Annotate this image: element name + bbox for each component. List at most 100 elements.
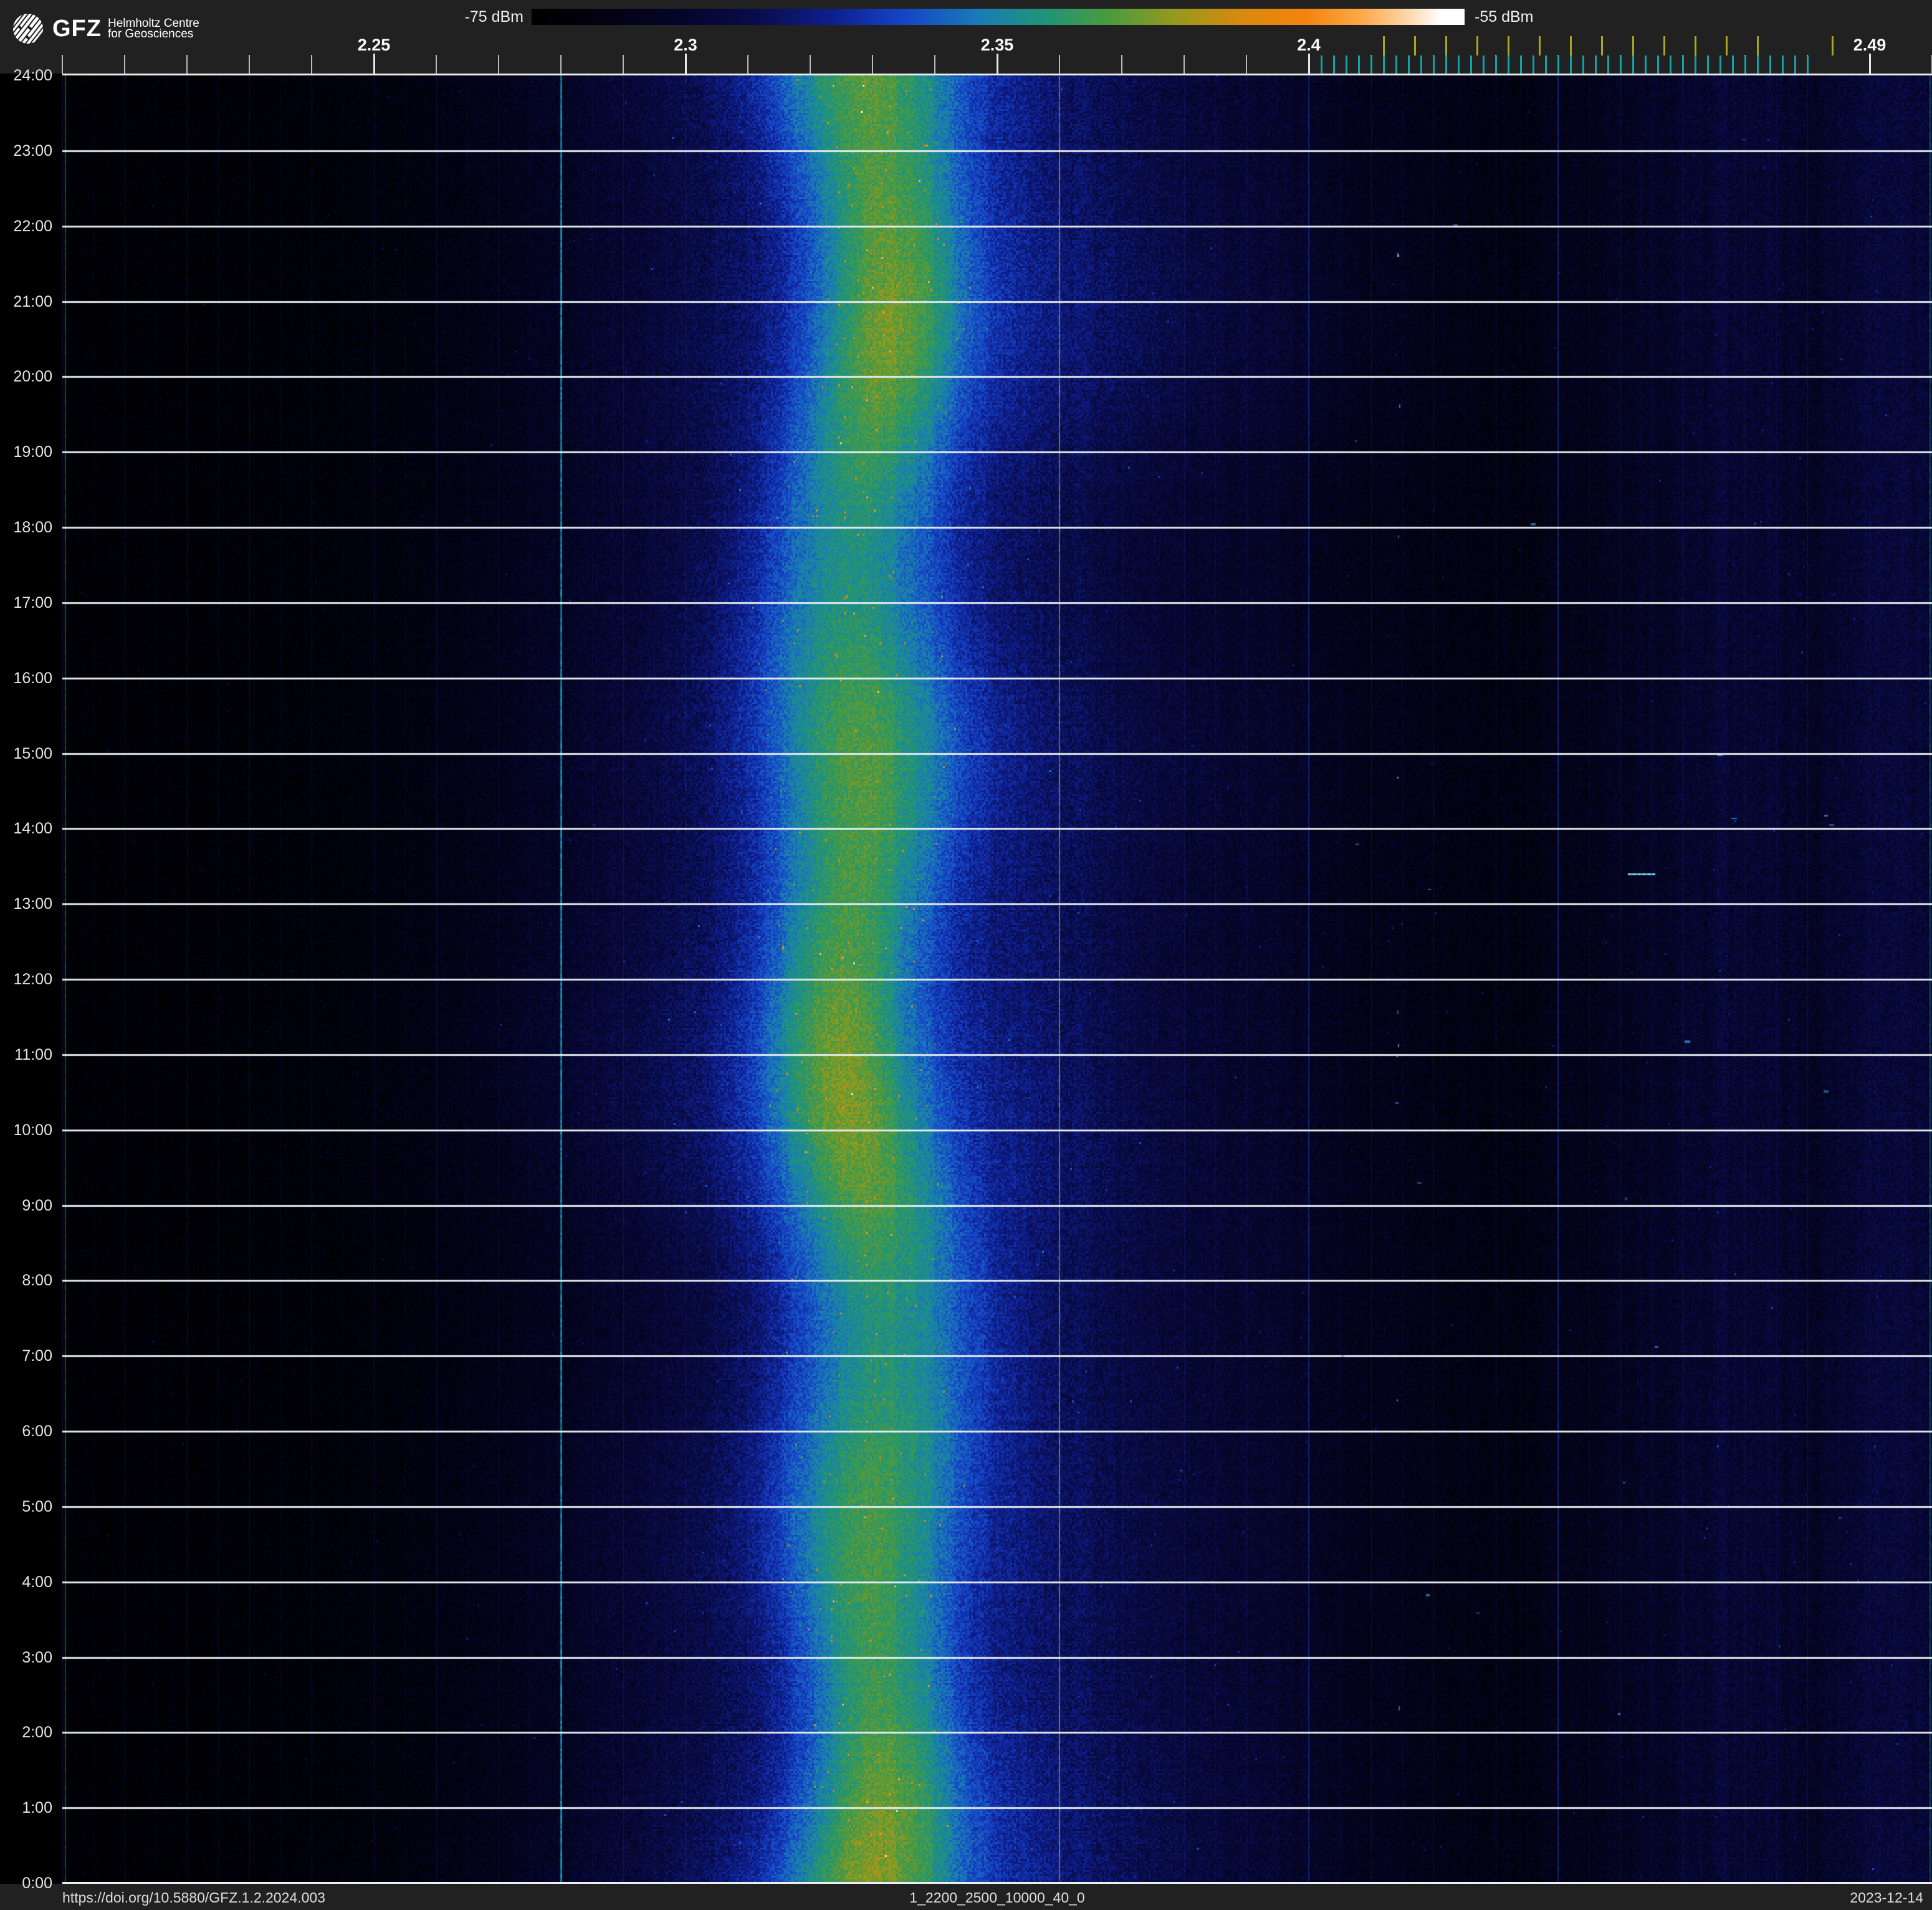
bluetooth-channel-tick: [1383, 55, 1385, 74]
wifi-channel-tick: [1757, 36, 1759, 55]
time-axis-label: 23:00: [13, 142, 52, 160]
freq-minor-tick: [1121, 55, 1122, 74]
bluetooth-channel-tick: [1458, 55, 1460, 74]
freq-minor-tick: [810, 55, 811, 74]
bluetooth-channel-tick: [1582, 55, 1584, 74]
bluetooth-channel-tick: [1782, 55, 1784, 74]
time-axis-label: 6:00: [22, 1423, 52, 1440]
date-label: 2023-12-14: [1850, 1889, 1923, 1906]
time-axis-label: 2:00: [22, 1724, 52, 1742]
bluetooth-channel-tick: [1632, 55, 1634, 74]
wifi-channel-tick: [1570, 36, 1572, 55]
time-axis: 24:00 23:00 22:00 21:00 20:00 19:00 18:00 17:00…: [0, 0, 62, 1910]
time-axis-label: 21:00: [13, 292, 52, 310]
bluetooth-channel-tick: [1670, 55, 1671, 74]
freq-minor-tick: [186, 55, 188, 74]
freq-minor-tick: [1184, 55, 1185, 74]
freq-axis-label: 2.3: [674, 36, 697, 54]
frequency-axis: 2.25 2.3 2.35 2.4 2.49: [0, 0, 1932, 75]
freq-major-tick: [997, 54, 998, 74]
freq-minor-tick: [934, 55, 935, 74]
bluetooth-channel-tick: [1645, 55, 1647, 74]
freq-minor-tick: [498, 55, 499, 74]
freq-minor-tick: [124, 55, 125, 74]
bluetooth-channel-tick: [1346, 55, 1347, 74]
bluetooth-channel-tick: [1719, 55, 1721, 74]
bluetooth-channel-tick: [1520, 55, 1522, 74]
bluetooth-channel-tick: [1794, 55, 1796, 74]
bluetooth-channel-tick: [1495, 55, 1497, 74]
bluetooth-channel-tick: [1358, 55, 1360, 74]
time-axis-label: 20:00: [13, 368, 52, 386]
bluetooth-channel-tick: [1470, 55, 1472, 74]
wifi-channel-tick: [1695, 36, 1696, 55]
bluetooth-channel-tick: [1370, 55, 1372, 74]
time-axis-label: 5:00: [22, 1497, 52, 1515]
freq-minor-tick: [560, 55, 562, 74]
footer-bar: https://doi.org/10.5880/GFZ.1.2.2024.003…: [0, 1884, 1932, 1910]
freq-axis-label: 2.25: [357, 36, 391, 54]
spectrogram-page: GFZ Helmholtz Centre for Geosciences -75…: [0, 0, 1932, 1910]
freq-minor-tick: [436, 55, 437, 74]
bluetooth-channel-tick: [1557, 55, 1559, 74]
bluetooth-channel-tick: [1445, 55, 1447, 74]
freq-minor-tick: [747, 55, 748, 74]
time-axis-label: 13:00: [13, 895, 52, 913]
time-axis-label: 8:00: [22, 1272, 52, 1290]
freq-minor-tick: [1246, 55, 1247, 74]
gridline-overlay-canvas: [62, 75, 1932, 1883]
bluetooth-channel-tick: [1333, 55, 1335, 74]
wifi-channel-tick: [1414, 36, 1416, 55]
freq-major-tick: [373, 54, 375, 74]
bluetooth-channel-tick: [1545, 55, 1547, 74]
bluetooth-channel-tick: [1769, 55, 1771, 74]
freq-axis-label: 2.35: [980, 36, 1014, 54]
time-axis-label: 11:00: [14, 1045, 52, 1063]
bluetooth-channel-tick: [1620, 55, 1622, 74]
time-axis-label: 15:00: [13, 744, 52, 762]
freq-minor-tick: [872, 55, 873, 74]
bluetooth-channel-tick: [1732, 55, 1734, 74]
wifi-channel-tick: [1383, 36, 1385, 55]
bluetooth-channel-tick: [1408, 55, 1410, 74]
wifi-channel-tick: [1445, 36, 1447, 55]
bluetooth-channel-tick: [1420, 55, 1422, 74]
time-axis-label: 9:00: [22, 1196, 52, 1214]
wifi-channel-tick: [1726, 36, 1728, 55]
wifi-channel-tick: [1539, 36, 1541, 55]
bluetooth-channel-tick: [1607, 55, 1609, 74]
bluetooth-channel-tick: [1757, 55, 1759, 74]
time-axis-label: 3:00: [22, 1648, 52, 1666]
time-axis-label: 17:00: [13, 593, 52, 612]
spectrogram-plot: [62, 75, 1932, 1883]
bluetooth-channel-tick: [1682, 55, 1684, 74]
bluetooth-channel-tick: [1744, 55, 1746, 74]
freq-minor-tick: [311, 55, 312, 74]
time-axis-label: 4:00: [22, 1573, 52, 1591]
bluetooth-channel-tick: [1533, 55, 1534, 74]
time-axis-label: 10:00: [13, 1121, 52, 1139]
dataset-id-label: 1_2200_2500_10000_40_0: [909, 1889, 1085, 1906]
bluetooth-channel-tick: [1695, 55, 1696, 74]
bluetooth-channel-tick: [1807, 55, 1809, 74]
time-axis-label: 18:00: [13, 519, 52, 536]
time-axis-label: 7:00: [22, 1347, 52, 1365]
wifi-channel-tick: [1601, 36, 1603, 55]
wifi-channel-tick: [1476, 36, 1478, 55]
freq-minor-tick: [1059, 55, 1060, 74]
wifi-channel-tick: [1632, 36, 1634, 55]
freq-major-tick: [1308, 54, 1310, 74]
wifi-channel-tick: [1663, 36, 1665, 55]
bluetooth-channel-tick: [1433, 55, 1435, 74]
bluetooth-channel-tick: [1395, 55, 1397, 74]
freq-minor-tick: [249, 55, 250, 74]
time-axis-label: 24:00: [13, 67, 52, 84]
freq-axis-label: 2.49: [1853, 36, 1887, 54]
wifi-channel-tick: [1508, 36, 1509, 55]
freq-minor-tick: [623, 55, 624, 74]
time-axis-label: 14:00: [13, 820, 52, 838]
bluetooth-channel-tick: [1595, 55, 1597, 74]
time-axis-label: 12:00: [13, 971, 52, 988]
time-axis-label: 1:00: [22, 1799, 52, 1817]
time-axis-label: 22:00: [13, 217, 52, 235]
